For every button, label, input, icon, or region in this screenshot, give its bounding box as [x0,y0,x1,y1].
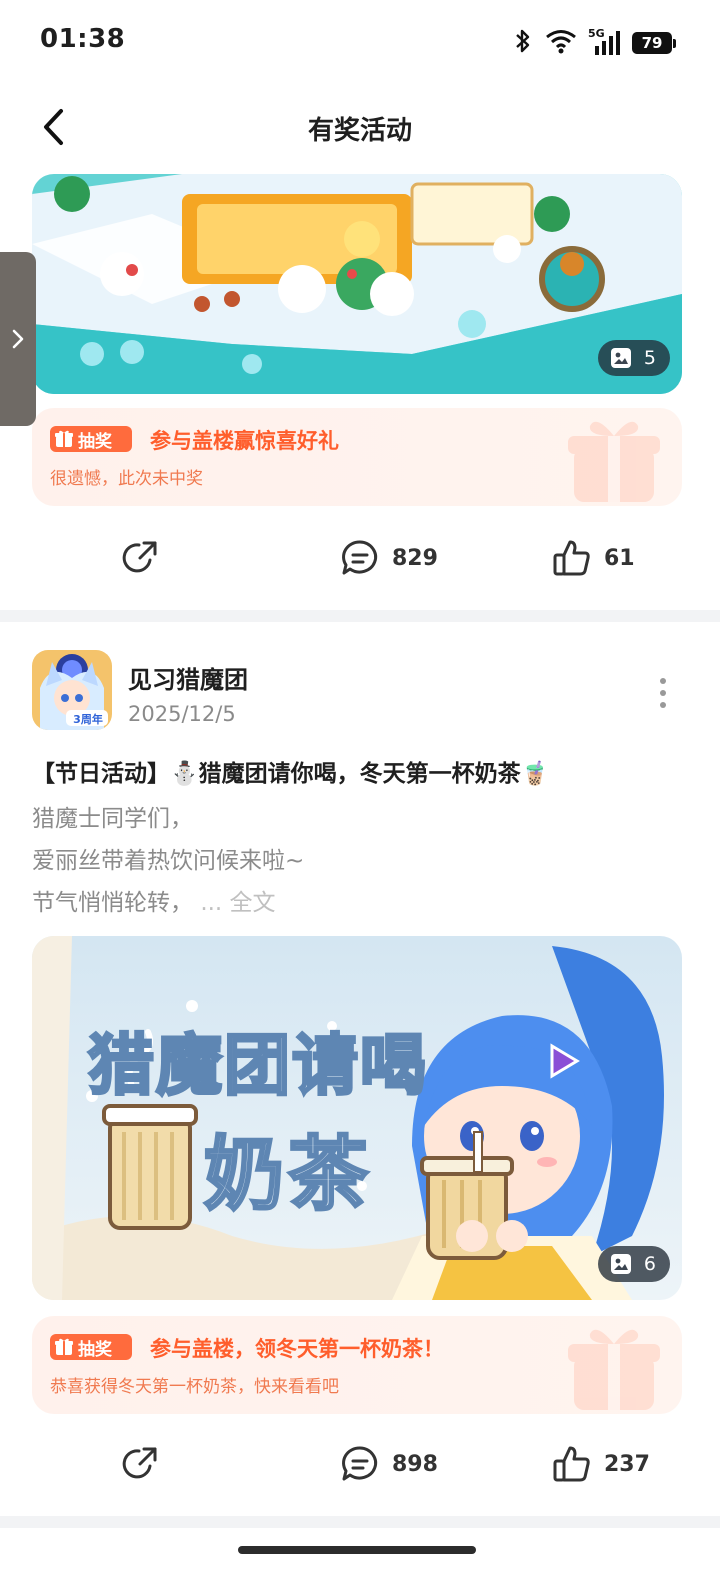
post-header: 3周年 见习猎魔团 2025/12/5 [0,650,720,750]
image-count: 5 [643,347,656,369]
image-count-badge: 6 [597,1246,670,1282]
post-date: 2025/12/5 [128,702,236,726]
like-icon [553,540,590,576]
home-indicator[interactable] [238,1546,476,1554]
like-icon [553,1446,590,1482]
lottery-badge: 抽奖 [50,1334,132,1360]
post-image[interactable]: 猎魔团请喝 奶茶 6 [32,936,682,1300]
gift-icon [55,430,73,447]
game-scene-illustration [32,174,682,394]
image-count-badge: 5 [597,340,670,376]
battery-icon: 79 [632,32,676,54]
post-body-line: 爱丽丝带着热饮问候来啦~ [32,848,305,874]
author-name[interactable]: 见习猎魔团 [128,660,248,695]
gift-decoration-icon [568,1329,660,1410]
image-icon [610,348,631,368]
gift-decoration-icon [568,421,660,502]
lottery-title: 参与盖楼赢惊喜好礼 [150,429,339,453]
signal-icon: 5G [588,27,622,56]
lottery-badge-label: 抽奖 [78,431,112,452]
wifi-icon [544,28,578,58]
lottery-status: 很遗憾，此次未中奖 [50,469,203,489]
status-bar: 01:38 5G 79 [0,0,720,84]
side-drawer-handle[interactable] [0,252,36,426]
battery-level: 79 [632,32,672,54]
post-divider [0,610,720,622]
chevron-right-icon [12,329,24,349]
more-icon[interactable] [656,678,670,708]
comment-button[interactable]: 829 [340,538,438,578]
like-button[interactable]: 61 [552,538,635,578]
post-image[interactable]: 5 [32,174,682,394]
lottery-card[interactable]: 抽奖 参与盖楼，领冬天第一杯奶茶！ 恭喜获得冬天第一杯奶茶，快来看看吧 [32,1316,682,1414]
gift-icon [55,1338,73,1355]
lottery-badge: 抽奖 [50,426,132,452]
lottery-badge-label: 抽奖 [78,1339,112,1360]
banner-title-line-1: 猎魔团请喝 [87,1026,428,1106]
share-icon [122,1447,157,1479]
share-button[interactable] [120,1444,160,1484]
comment-count: 829 [392,545,438,571]
post-body-line: 节气悄悄轮转， ... 全文 [32,890,276,916]
image-count: 6 [643,1253,656,1275]
nav-bar: 有奖活动 [0,84,720,170]
post-title[interactable]: 【节日活动】⛄猎魔团请你喝，冬天第一杯奶茶🧋 [32,754,692,788]
share-button[interactable] [120,538,160,578]
post-actions: 898 237 [0,1416,720,1516]
avatar-badge: 3周年 [73,713,103,726]
page-title: 有奖活动 [307,116,412,146]
post-actions: 829 61 [0,510,720,610]
comment-icon [342,540,378,575]
share-icon [122,541,157,573]
lottery-card[interactable]: 抽奖 参与盖楼赢惊喜好礼 很遗憾，此次未中奖 [32,408,682,506]
comment-button[interactable]: 898 [340,1444,438,1484]
like-count: 237 [604,1451,650,1477]
status-time: 01:38 [40,24,126,54]
post-divider [0,1516,720,1528]
banner-title-line-2: 奶茶 [203,1127,372,1223]
image-icon [610,1254,631,1274]
like-count: 61 [604,545,635,571]
lottery-status: 恭喜获得冬天第一杯奶茶，快来看看吧 [50,1377,339,1397]
read-more-link[interactable]: ... 全文 [200,890,275,916]
feed: 5 抽奖 参与盖楼赢惊喜好礼 很遗憾，此次未中奖 829 61 3周年 见习猎魔… [0,170,720,1584]
comment-count: 898 [392,1451,438,1477]
like-button[interactable]: 237 [552,1444,650,1484]
post-body-line: 猎魔士同学们， [32,806,193,832]
author-avatar[interactable]: 3周年 [32,650,112,730]
status-icons: 5G 79 [512,27,676,58]
comment-icon [342,1446,378,1481]
lottery-title: 参与盖楼，领冬天第一杯奶茶！ [150,1337,444,1361]
post-body[interactable]: 猎魔士同学们， 爱丽丝带着热饮问候来啦~ 节气悄悄轮转， ... 全文 [32,798,682,924]
bluetooth-icon [512,28,534,58]
